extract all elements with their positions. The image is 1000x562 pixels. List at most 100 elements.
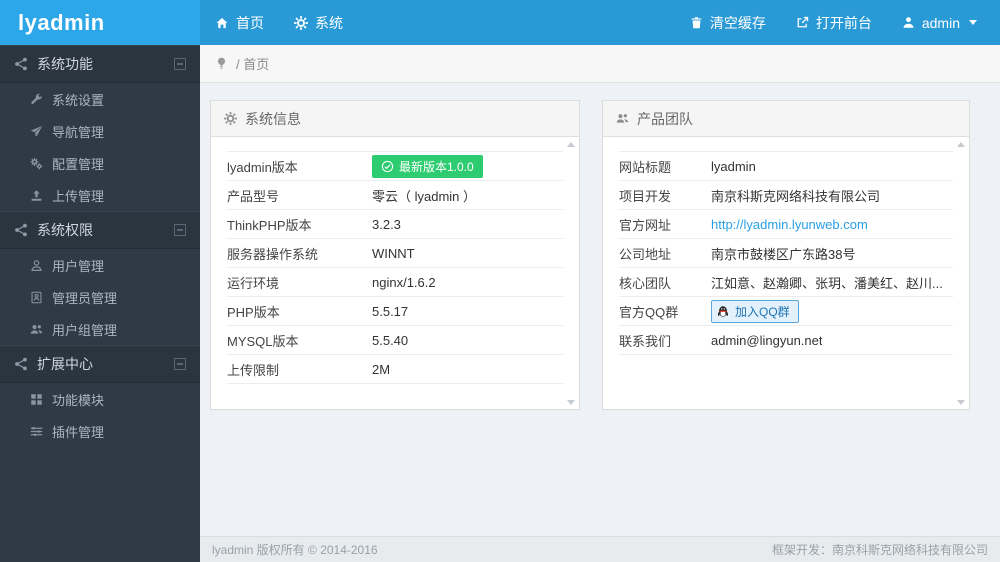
row-value: 3.2.3 [372,216,401,232]
row-label: 服务器操作系统 [227,246,319,262]
team-row-developer: 项目开发 南京科斯克网络科技有限公司 [619,181,953,210]
panel-system-info: 系统信息 lyadmin版本 最新版本1.0.0 产品型号 零云（ lyadmi… [210,100,580,410]
trash-icon [690,16,703,29]
open-frontend-button[interactable]: 打开前台 [781,0,887,45]
external-link-icon [796,16,809,29]
collapse-icon[interactable] [174,358,186,370]
info-row-env: 运行环境 nginx/1.6.2 [227,268,563,297]
nav-home[interactable]: 首页 [200,0,279,45]
user-menu-label: admin [921,14,960,31]
user-icon [902,16,915,29]
item-label: 用户组管理 [52,322,118,338]
sidebar-section-extension-center[interactable]: 扩展中心 [0,345,200,383]
info-row-mysql: MYSQL版本 5.5.40 [227,326,563,355]
row-value: 南京市鼓楼区广东路38号 [711,246,856,262]
section-label: 扩展中心 [37,356,93,372]
nav-system[interactable]: 系统 [279,0,358,45]
panel-team-header: 产品团队 [603,101,969,137]
item-label: 导航管理 [52,124,105,140]
sidebar-item-nav-management[interactable]: 导航管理 [0,115,200,147]
team-row-contact: 联系我们 admin@lingyun.net [619,326,953,355]
footer: lyadmin 版权所有 © 2014-2016 框架开发：南京科斯克网络科技有… [200,536,1000,562]
row-label: 上传限制 [227,362,280,378]
row-label: 官方QQ群 [619,304,679,320]
row-value: nginx/1.6.2 [372,274,436,290]
row-label: 联系我们 [619,333,672,349]
panel-team-body: 网站标题 lyadmin 项目开发 南京科斯克网络科技有限公司 官方网址 htt… [603,137,969,355]
main-content: 系统信息 lyadmin版本 最新版本1.0.0 产品型号 零云（ lyadmi… [200,83,1000,536]
item-label: 用户管理 [52,258,105,274]
row-value: 零云（ lyadmin ） [372,188,477,204]
row-label: 运行环境 [227,275,280,291]
row-label: MYSQL版本 [227,333,299,349]
nav-system-label: 系统 [315,14,343,31]
item-label: 上传管理 [52,188,105,204]
team-row-qq-group: 官方QQ群 加入QQ群 [619,297,953,326]
scroll-up-icon[interactable] [567,142,575,147]
sliders-icon [30,425,43,438]
latest-version-badge: 最新版本1.0.0 [372,154,483,178]
collapse-icon[interactable] [174,58,186,70]
sidebar-item-config-management[interactable]: 配置管理 [0,147,200,179]
row-value: lyadmin [711,158,756,174]
team-row-website: 官方网址 http://lyadmin.lyunweb.com [619,210,953,239]
row-value: 南京科斯克网络科技有限公司 [711,188,881,204]
id-badge-icon [30,291,43,304]
cogs-icon [30,157,43,170]
app-logo[interactable]: lyadmin [0,0,200,45]
share-icon [14,57,28,71]
item-label: 管理员管理 [52,290,118,306]
scroll-up-icon[interactable] [957,142,965,147]
sidebar-item-plugin-management[interactable]: 插件管理 [0,415,200,447]
upload-icon [30,189,43,202]
wrench-icon [30,93,43,106]
join-qq-label: 加入QQ群 [735,304,790,319]
row-label: lyadmin版本 [227,159,298,175]
breadcrumb-path[interactable]: / 首页 [236,54,269,73]
team-row-site-title: 网站标题 lyadmin [619,152,953,181]
info-row-product: 产品型号 零云（ lyadmin ） [227,181,563,210]
official-site-link[interactable]: http://lyadmin.lyunweb.com [711,217,868,232]
row-label: PHP版本 [227,304,280,320]
sidebar-item-admin-management[interactable]: 管理员管理 [0,281,200,313]
lightbulb-icon [215,57,228,70]
row-label: 产品型号 [227,188,280,204]
join-qq-button[interactable]: 加入QQ群 [711,299,799,323]
scroll-down-icon[interactable] [957,400,965,405]
sidebar-section-system-permissions[interactable]: 系统权限 [0,211,200,249]
check-circle-icon [381,160,394,173]
panel-team: 产品团队 网站标题 lyadmin 项目开发 南京科斯克网络科技有限公司 官方网… [602,100,970,410]
team-icon [616,112,629,125]
row-value: 2M [372,361,391,377]
row-value: 5.5.17 [372,303,409,319]
user-outline-icon [30,259,43,272]
info-row-version: lyadmin版本 最新版本1.0.0 [227,152,563,181]
chevron-down-icon [969,20,977,25]
row-value: 江如意、赵瀚卿、张玥、潘美红、赵川... [711,275,943,291]
item-label: 插件管理 [52,424,105,440]
share-icon [14,357,28,371]
topbar: lyadmin 首页 系统 清空缓存 打开前台 admin [0,0,1000,45]
topbar-actions: 清空缓存 打开前台 admin [675,0,992,45]
info-row-upload-limit: 上传限制 2M [227,355,563,384]
share-icon [14,223,28,237]
sidebar: 系统功能 系统设置 导航管理 配置管理 上传管理 系统权限 用户管理 管理员管理… [0,45,200,562]
panel-title: 系统信息 [245,110,301,127]
sidebar-item-user-management[interactable]: 用户管理 [0,249,200,281]
scroll-down-icon[interactable] [567,400,575,405]
collapse-icon[interactable] [174,224,186,236]
open-frontend-label: 打开前台 [815,14,872,31]
item-label: 配置管理 [52,156,105,172]
section-label: 系统功能 [37,56,93,72]
user-menu[interactable]: admin [887,0,992,45]
sidebar-item-upload-management[interactable]: 上传管理 [0,179,200,211]
section-label: 系统权限 [37,222,93,238]
sidebar-item-usergroup-management[interactable]: 用户组管理 [0,313,200,345]
sidebar-item-function-modules[interactable]: 功能模块 [0,383,200,415]
sidebar-item-system-settings[interactable]: 系统设置 [0,83,200,115]
clear-cache-button[interactable]: 清空缓存 [675,0,781,45]
team-row-address: 公司地址 南京市鼓楼区广东路38号 [619,239,953,268]
sidebar-section-system-functions[interactable]: 系统功能 [0,45,200,83]
breadcrumb: / 首页 [200,45,1000,83]
panel-system-info-header: 系统信息 [211,101,579,137]
